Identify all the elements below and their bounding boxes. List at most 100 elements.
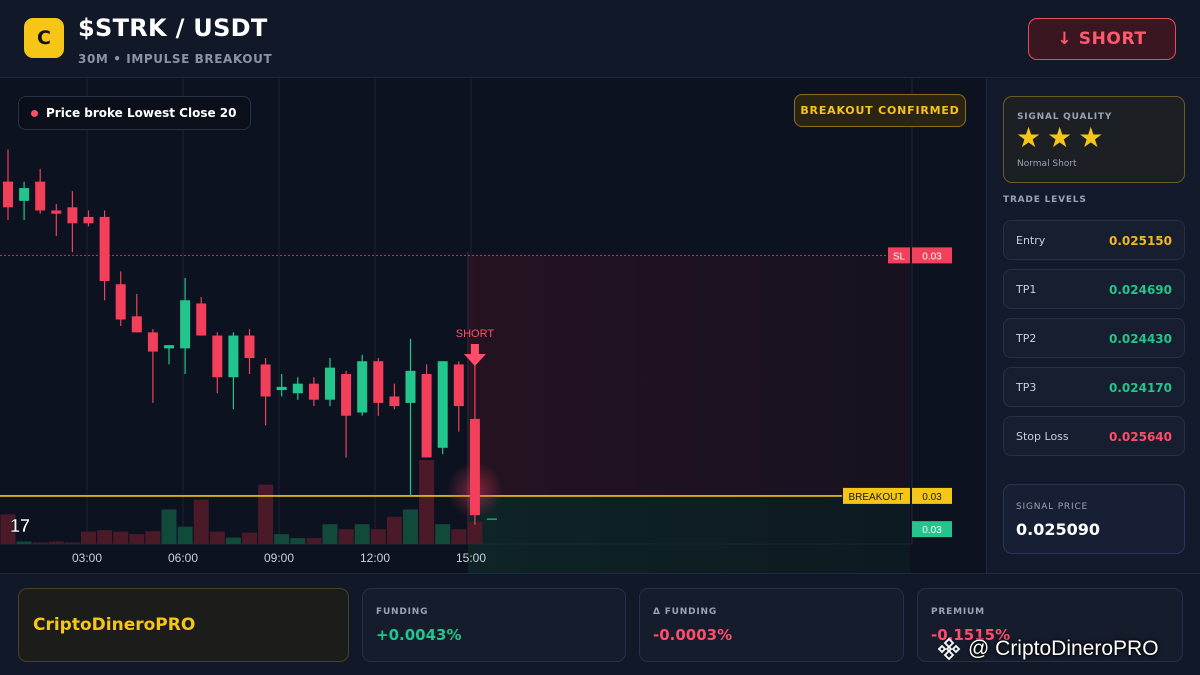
candle-body (453, 364, 464, 407)
breakout-status-chip: Price broke Lowest Close 20 (18, 96, 252, 130)
candle-body (196, 303, 207, 336)
volume-bar (354, 524, 370, 544)
signal-glow (446, 462, 503, 519)
volume-bar (209, 531, 225, 544)
time-label: 15:00 (456, 551, 486, 565)
level-value: 0.025150 (1108, 234, 1172, 248)
volume-bar (338, 529, 354, 544)
funding-value: +0.0043% (376, 626, 462, 644)
top-header: C $STRK / USDT 30M • IMPULSE BREAKOUT ↓ … (0, 0, 1200, 78)
level-name: TP2 (1016, 332, 1037, 345)
brand-card: CriptoDineroPRO (18, 588, 349, 662)
level-row-entry: Entry 0.025150 (1003, 220, 1185, 260)
star-icon: ★ (1078, 121, 1104, 154)
volume-bar (290, 538, 306, 544)
funding-label: FUNDING (376, 607, 429, 617)
volume-bar (129, 534, 145, 544)
star-icon: ★ (1047, 121, 1073, 154)
candle-body (341, 374, 352, 416)
candle-body (405, 370, 416, 403)
candle-body (19, 188, 30, 201)
volume-bar (419, 460, 435, 544)
tv-logo-icon: 17 (10, 516, 30, 536)
sl-value: 0.03 (922, 251, 942, 262)
volume-bar (161, 509, 177, 544)
time-label: 12:00 (360, 551, 390, 565)
pair-title: $STRK / USDT (78, 14, 268, 42)
watermark: @ CriptoDineroPRO (936, 632, 1159, 666)
volume-bar (274, 534, 290, 544)
candle-body (3, 181, 13, 208)
volume-bar (403, 509, 418, 544)
candle-body (35, 181, 46, 211)
candle-body (99, 216, 110, 282)
funding-card: FUNDING +0.0043% (362, 588, 626, 662)
breakout-status-text: Price broke Lowest Close 20 (46, 106, 237, 120)
candle-body (373, 361, 384, 403)
signal-side-panel: SIGNAL QUALITY ★ ★ ★ Normal Short TRADE … (986, 79, 1200, 573)
time-label: 06:00 (168, 551, 198, 565)
watermark-text: @ CriptoDineroPRO (968, 637, 1159, 660)
candle-body (212, 335, 223, 378)
volume-bar (386, 516, 402, 544)
volume-bar (81, 531, 96, 544)
breakout-tag: BREAKOUT (848, 492, 903, 503)
level-row-tp1: TP1 0.024690 (1003, 269, 1185, 309)
price-chart[interactable]: SL 0.03 BREAKOUT 0.03 0.03 SHORT 03:00 06:00 0… (0, 79, 985, 573)
delta-funding-card: Δ FUNDING -0.0003% (639, 588, 904, 662)
candle-body (276, 386, 287, 391)
signal-price-value: 0.025090 (1016, 520, 1101, 539)
price-tag: 0.03 (922, 525, 942, 536)
volume-bar (97, 530, 113, 544)
diamond-logo-icon (937, 637, 961, 661)
candle-body (164, 345, 174, 349)
breakout-confirmed-badge: BREAKOUT CONFIRMED (794, 94, 966, 127)
premium-label: PREMIUM (931, 607, 985, 617)
volume-bar (322, 524, 338, 544)
delta-funding-label: Δ FUNDING (653, 607, 718, 617)
volume-bar (225, 537, 241, 544)
short-marker-label: SHORT (456, 328, 495, 340)
volume-bar (32, 542, 48, 544)
level-value: 0.024430 (1108, 332, 1172, 346)
candle-body (244, 335, 255, 358)
volume-bar (193, 499, 209, 544)
candle-body (228, 335, 239, 378)
time-label: 09:00 (264, 551, 294, 565)
candlestick-chart[interactable]: SL 0.03 BREAKOUT 0.03 0.03 SHORT 03:00 06:00 0… (0, 79, 985, 573)
candle-body (292, 383, 303, 394)
candle-body (180, 300, 191, 349)
star-icon: ★ (1016, 121, 1042, 154)
candle-body (437, 361, 448, 448)
volume-bar (451, 529, 467, 544)
candle-body (421, 374, 432, 458)
reward-zone (467, 495, 910, 573)
signal-price-label: SIGNAL PRICE (1016, 502, 1089, 512)
short-button[interactable]: ↓ SHORT (1028, 18, 1176, 60)
volume-bar (306, 538, 322, 544)
candle-body (308, 383, 319, 400)
volume-bar (48, 541, 64, 544)
candle-body (260, 364, 271, 397)
volume-bar (435, 524, 451, 544)
volume-bar (113, 531, 129, 544)
candle-body (115, 284, 126, 320)
delta-funding-value: -0.0003% (653, 626, 733, 644)
level-name: TP1 (1016, 283, 1037, 296)
candle-body (147, 332, 158, 352)
quality-stars: ★ ★ ★ (1016, 124, 1103, 152)
level-name: TP3 (1016, 381, 1037, 394)
volume-bar (145, 531, 161, 544)
volume-bar (370, 529, 386, 544)
volume-bar (467, 521, 483, 544)
alert-dot-icon (31, 109, 38, 117)
trade-levels-title: TRADE LEVELS (1003, 195, 1087, 205)
candle-body (51, 210, 62, 214)
time-label: 03:00 (72, 551, 102, 565)
volume-bar (64, 542, 80, 544)
risk-zone (467, 255, 910, 496)
level-name: Entry (1016, 234, 1046, 247)
candle-body (67, 207, 78, 224)
brand-name: CriptoDineroPRO (33, 615, 196, 635)
level-name: Stop Loss (1016, 430, 1069, 443)
